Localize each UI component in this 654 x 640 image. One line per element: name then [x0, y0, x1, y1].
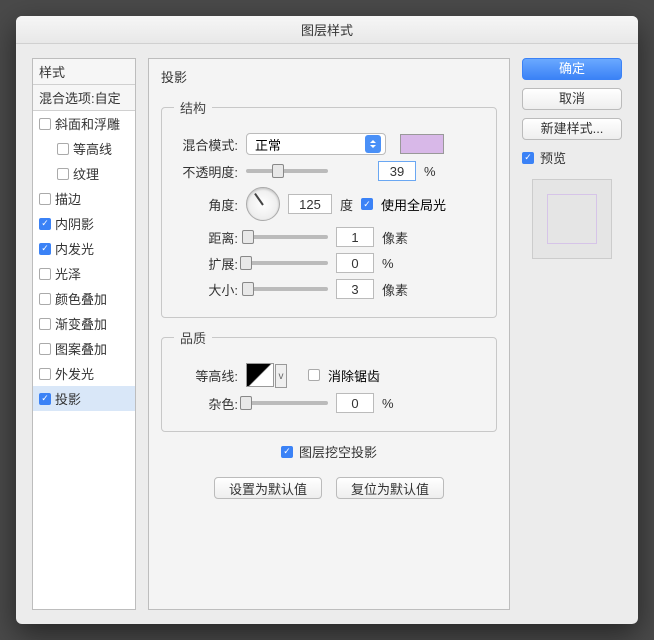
sidebar-item[interactable]: 内发光: [33, 236, 135, 261]
style-checkbox[interactable]: [39, 343, 51, 355]
preview-label: 预览: [540, 148, 566, 167]
style-checkbox[interactable]: [39, 393, 51, 405]
style-checkbox[interactable]: [39, 118, 51, 130]
angle-dial[interactable]: [246, 187, 280, 221]
make-default-button[interactable]: 设置为默认值: [214, 477, 322, 499]
noise-slider[interactable]: [246, 401, 328, 405]
preview-checkbox[interactable]: [522, 152, 534, 164]
style-checkbox[interactable]: [39, 368, 51, 380]
style-checkbox[interactable]: [57, 168, 69, 180]
quality-legend: 品质: [174, 328, 212, 347]
sidebar-item[interactable]: 纹理: [33, 161, 135, 186]
sidebar-item[interactable]: 颜色叠加: [33, 286, 135, 311]
opacity-input[interactable]: [378, 161, 416, 181]
knockout-checkbox[interactable]: [281, 446, 293, 458]
sidebar-item[interactable]: 斜面和浮雕: [33, 111, 135, 136]
style-checkbox[interactable]: [39, 268, 51, 280]
distance-label: 距离:: [174, 228, 238, 247]
style-checkbox[interactable]: [39, 218, 51, 230]
distance-slider[interactable]: [246, 235, 328, 239]
structure-group: 结构 混合模式: 正常 不透明度: % 角: [161, 98, 497, 318]
sidebar-item-label: 渐变叠加: [55, 314, 107, 333]
spread-unit: %: [382, 256, 394, 271]
sidebar-item-label: 纹理: [73, 164, 99, 183]
main-panel: 投影 结构 混合模式: 正常 不透明度: %: [148, 58, 510, 610]
noise-input[interactable]: [336, 393, 374, 413]
spread-slider[interactable]: [246, 261, 328, 265]
sidebar-header-blend[interactable]: 混合选项:自定: [33, 85, 135, 111]
style-checkbox[interactable]: [57, 143, 69, 155]
distance-unit: 像素: [382, 228, 408, 247]
sidebar-item-label: 内发光: [55, 239, 94, 258]
sidebar-item[interactable]: 光泽: [33, 261, 135, 286]
section-title: 投影: [161, 67, 497, 86]
contour-picker[interactable]: v: [246, 363, 274, 387]
sidebar-item-label: 光泽: [55, 264, 81, 283]
style-checkbox[interactable]: [39, 193, 51, 205]
cancel-button[interactable]: 取消: [522, 88, 622, 110]
knockout-label: 图层挖空投影: [299, 442, 377, 461]
distance-input[interactable]: [336, 227, 374, 247]
sidebar-item[interactable]: 投影: [33, 386, 135, 411]
sidebar-header-styles[interactable]: 样式: [33, 59, 135, 85]
sidebar-item-label: 描边: [55, 189, 81, 208]
angle-label: 角度:: [174, 195, 238, 214]
size-unit: 像素: [382, 280, 408, 299]
opacity-unit: %: [424, 164, 436, 179]
window-title: 图层样式: [301, 20, 353, 39]
preview-thumbnail: [532, 179, 612, 259]
noise-unit: %: [382, 396, 394, 411]
sidebar-item[interactable]: 内阴影: [33, 211, 135, 236]
angle-input[interactable]: [288, 194, 332, 214]
style-checkbox[interactable]: [39, 293, 51, 305]
sidebar-item[interactable]: 描边: [33, 186, 135, 211]
sidebar-item[interactable]: 外发光: [33, 361, 135, 386]
antialias-checkbox[interactable]: [308, 369, 320, 381]
sidebar-item-label: 内阴影: [55, 214, 94, 233]
style-checkbox[interactable]: [39, 318, 51, 330]
global-light-checkbox[interactable]: [361, 198, 373, 210]
reset-default-button[interactable]: 复位为默认值: [336, 477, 444, 499]
right-column: 确定 取消 新建样式... 预览: [522, 58, 622, 610]
structure-legend: 结构: [174, 98, 212, 117]
size-slider[interactable]: [246, 287, 328, 291]
antialias-label: 消除锯齿: [328, 366, 380, 385]
styles-sidebar: 样式 混合选项:自定 斜面和浮雕等高线纹理描边内阴影内发光光泽颜色叠加渐变叠加图…: [32, 58, 136, 610]
sidebar-item-label: 斜面和浮雕: [55, 114, 120, 133]
blend-mode-label: 混合模式:: [174, 135, 238, 154]
angle-unit: 度: [340, 195, 353, 214]
sidebar-item[interactable]: 渐变叠加: [33, 311, 135, 336]
size-label: 大小:: [174, 280, 238, 299]
updown-icon: [365, 135, 381, 153]
quality-group: 品质 等高线: v 消除锯齿 杂色: %: [161, 328, 497, 432]
spread-input[interactable]: [336, 253, 374, 273]
contour-label: 等高线:: [174, 366, 238, 385]
chevron-down-icon[interactable]: v: [275, 364, 287, 388]
sidebar-item-label: 颜色叠加: [55, 289, 107, 308]
sidebar-item-label: 图案叠加: [55, 339, 107, 358]
sidebar-item-label: 投影: [55, 389, 81, 408]
opacity-slider[interactable]: [246, 169, 328, 173]
ok-button[interactable]: 确定: [522, 58, 622, 80]
sidebar-item-label: 外发光: [55, 364, 94, 383]
color-swatch[interactable]: [400, 134, 444, 154]
opacity-label: 不透明度:: [174, 162, 238, 181]
size-input[interactable]: [336, 279, 374, 299]
blend-mode-value: 正常: [255, 135, 281, 154]
blend-mode-select[interactable]: 正常: [246, 133, 386, 155]
sidebar-item[interactable]: 等高线: [33, 136, 135, 161]
sidebar-item[interactable]: 图案叠加: [33, 336, 135, 361]
spread-label: 扩展:: [174, 254, 238, 273]
sidebar-item-label: 等高线: [73, 139, 112, 158]
titlebar: 图层样式: [16, 16, 638, 44]
style-checkbox[interactable]: [39, 243, 51, 255]
noise-label: 杂色:: [174, 394, 238, 413]
global-light-label: 使用全局光: [381, 195, 446, 214]
content: 样式 混合选项:自定 斜面和浮雕等高线纹理描边内阴影内发光光泽颜色叠加渐变叠加图…: [16, 44, 638, 624]
layer-style-dialog: 图层样式 样式 混合选项:自定 斜面和浮雕等高线纹理描边内阴影内发光光泽颜色叠加…: [16, 16, 638, 624]
new-style-button[interactable]: 新建样式...: [522, 118, 622, 140]
